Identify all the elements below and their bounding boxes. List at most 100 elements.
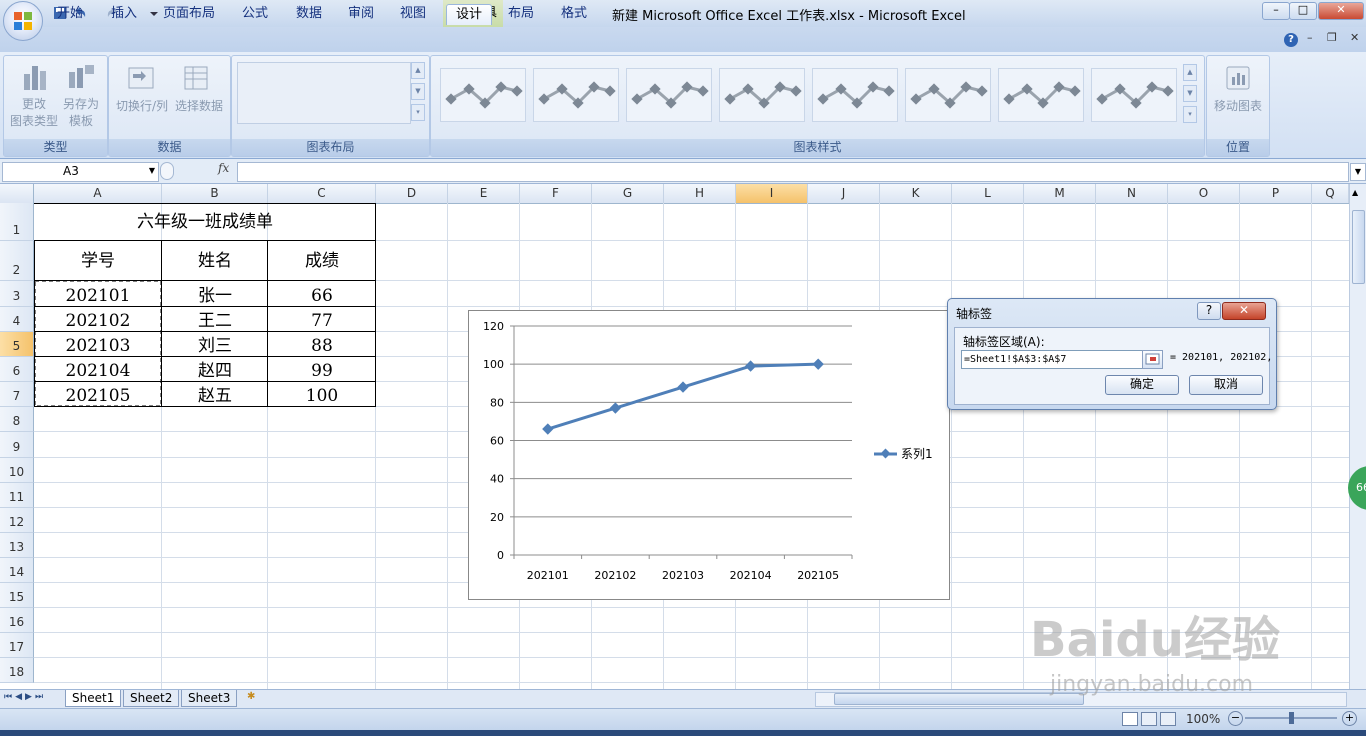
tab-review[interactable]: 审阅 (338, 4, 384, 24)
column-header-c[interactable]: C (268, 184, 376, 203)
row-header-11[interactable]: 11 (0, 483, 34, 508)
office-button[interactable] (3, 1, 43, 41)
table-cell-name[interactable]: 赵四 (162, 359, 268, 384)
axis-range-input[interactable]: =Sheet1!$A$3:$A$7 (961, 350, 1143, 369)
dialog-help-button[interactable]: ? (1197, 302, 1221, 320)
table-cell-name[interactable]: 刘三 (162, 334, 268, 359)
name-box[interactable]: A3 ▼ (2, 162, 159, 182)
tab-page-layout[interactable]: 页面布局 (156, 4, 222, 24)
line-chart[interactable]: 0 20 40 60 80 100 120 202101 202102 202103 202104 2… (468, 310, 950, 600)
tab-design[interactable]: 设计 (446, 4, 492, 25)
chart-style-thumbnail[interactable] (1091, 68, 1177, 122)
save-as-template-button[interactable]: 另存为 模板 (56, 96, 106, 130)
chart-style-thumbnail[interactable] (812, 68, 898, 122)
change-chart-type-button[interactable]: 更改 图表类型 (6, 96, 62, 130)
column-header-l[interactable]: L (952, 184, 1024, 203)
insert-function-icon[interactable]: fx (218, 161, 229, 175)
switch-row-column-button[interactable]: 切换行/列 (111, 98, 173, 115)
row-header-10[interactable]: 10 (0, 458, 34, 483)
row-header-16[interactable]: 16 (0, 608, 34, 633)
zoom-level[interactable]: 100% (1186, 712, 1220, 726)
cancel-button[interactable]: 取消 (1189, 375, 1263, 395)
table-cell-name[interactable]: 赵五 (162, 384, 268, 409)
formula-input[interactable] (237, 162, 1349, 182)
move-chart-button[interactable]: 移动图表 (1207, 98, 1269, 115)
collapse-dialog-button[interactable] (1142, 350, 1163, 369)
vertical-scroll-thumb[interactable] (1352, 210, 1365, 284)
maximize-button[interactable]: □ (1289, 2, 1317, 20)
row-header-15[interactable]: 15 (0, 583, 34, 608)
row-header-4[interactable]: 4 (0, 307, 34, 332)
chart-style-thumbnail[interactable] (905, 68, 991, 122)
vertical-scrollbar[interactable]: ▲ (1349, 184, 1366, 689)
column-header-q[interactable]: Q (1312, 184, 1349, 203)
row-header-7[interactable]: 7 (0, 382, 34, 407)
page-break-view-icon[interactable] (1160, 712, 1176, 726)
tab-view[interactable]: 视图 (390, 4, 436, 24)
formula-bar-splitter[interactable] (160, 162, 174, 180)
tab-formulas[interactable]: 公式 (232, 4, 278, 24)
sheet-tab-2[interactable]: Sheet2 (123, 690, 180, 707)
zoom-in-icon[interactable]: + (1342, 711, 1357, 726)
table-header-cell[interactable]: 学号 (34, 241, 162, 281)
expand-formula-bar-icon[interactable]: ▼ (1350, 163, 1366, 181)
table-cell-id[interactable]: 202103 (34, 334, 162, 359)
select-all-corner[interactable] (0, 184, 34, 203)
table-cell-score[interactable]: 99 (268, 359, 376, 384)
row-header-3[interactable]: 3 (0, 281, 34, 307)
row-header-18[interactable]: 18 (0, 658, 34, 683)
zoom-slider-thumb[interactable] (1289, 712, 1294, 724)
row-header-14[interactable]: 14 (0, 558, 34, 583)
chart-style-thumbnail[interactable] (719, 68, 805, 122)
name-box-dropdown-icon[interactable]: ▼ (149, 166, 155, 175)
ribbon-close-icon[interactable]: ✕ (1350, 31, 1359, 44)
column-header-i[interactable]: I (736, 184, 808, 203)
table-cell-id[interactable]: 202104 (34, 359, 162, 384)
dialog-close-button[interactable]: ✕ (1222, 302, 1266, 320)
close-button[interactable]: ✕ (1318, 2, 1364, 20)
gallery-more-icon[interactable]: ▾ (411, 104, 425, 121)
column-header-e[interactable]: E (448, 184, 520, 203)
tab-insert[interactable]: 插入 (101, 4, 147, 24)
chart-style-thumbnail[interactable] (440, 68, 526, 122)
gallery-scroll-up-icon[interactable]: ▲ (411, 62, 425, 79)
row-header-17[interactable]: 17 (0, 633, 34, 658)
ribbon-minimize-icon[interactable]: – (1307, 31, 1313, 44)
row-header-9[interactable]: 9 (0, 432, 34, 458)
tab-format[interactable]: 格式 (551, 4, 597, 24)
page-layout-view-icon[interactable] (1141, 712, 1157, 726)
column-header-h[interactable]: H (664, 184, 736, 203)
column-header-f[interactable]: F (520, 184, 592, 203)
normal-view-icon[interactable] (1122, 712, 1138, 726)
table-cell-name[interactable]: 张一 (162, 283, 268, 309)
styles-scroll-down-icon[interactable]: ▼ (1183, 85, 1197, 102)
row-header-6[interactable]: 6 (0, 357, 34, 382)
horizontal-scroll-thumb[interactable] (834, 693, 1084, 705)
column-header-p[interactable]: P (1240, 184, 1312, 203)
table-title[interactable]: 六年级一班成绩单 (34, 203, 376, 241)
sheet-tab-1[interactable]: Sheet1 (65, 690, 122, 707)
row-header-8[interactable]: 8 (0, 407, 34, 432)
tab-layout[interactable]: 布局 (498, 4, 544, 24)
select-data-button[interactable]: 选择数据 (171, 98, 227, 115)
styles-scroll-up-icon[interactable]: ▲ (1183, 64, 1197, 81)
minimize-button[interactable]: – (1262, 2, 1290, 20)
table-cell-id[interactable]: 202105 (34, 384, 162, 409)
tab-home[interactable]: 开始 (47, 4, 93, 24)
tab-data[interactable]: 数据 (286, 4, 332, 24)
column-header-g[interactable]: G (592, 184, 664, 203)
column-header-j[interactable]: J (808, 184, 880, 203)
chart-style-thumbnail[interactable] (998, 68, 1084, 122)
chart-style-thumbnail[interactable] (626, 68, 712, 122)
sheet-nav-icon[interactable]: ⏮◀▶⏭ (4, 692, 46, 702)
table-cell-id[interactable]: 202102 (34, 309, 162, 334)
row-header-2[interactable]: 2 (0, 241, 34, 281)
row-header-5[interactable]: 5 (0, 332, 34, 357)
sheet-tab-3[interactable]: Sheet3 (181, 690, 238, 707)
table-cell-score[interactable]: 100 (268, 384, 376, 409)
insert-sheet-icon[interactable]: ✱ (247, 691, 267, 705)
scroll-up-icon[interactable]: ▲ (1352, 188, 1358, 197)
ribbon-restore-icon[interactable]: ❐ (1327, 31, 1337, 44)
column-header-b[interactable]: B (162, 184, 268, 203)
table-cell-score[interactable]: 66 (268, 283, 376, 309)
